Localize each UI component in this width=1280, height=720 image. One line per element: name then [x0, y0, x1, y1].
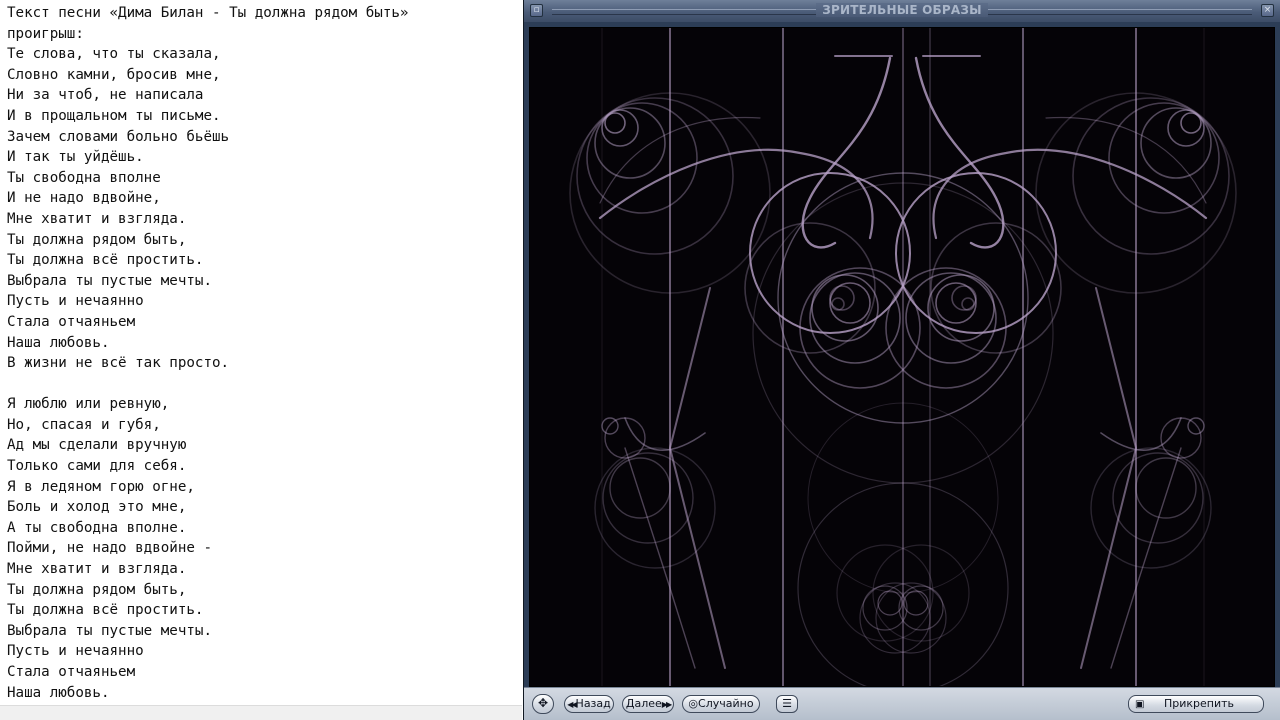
pattern-stroke	[831, 297, 845, 311]
lyrics-line: Зачем словами больно бьёшь	[7, 128, 230, 145]
pattern-stroke	[602, 452, 694, 544]
pattern-stroke	[1160, 417, 1202, 459]
close-icon[interactable]: ×	[1261, 4, 1274, 17]
lyrics-line: Пойми, не надо вдвойне -	[7, 540, 212, 557]
pattern-stroke	[914, 56, 1005, 249]
pattern-stroke	[875, 582, 947, 654]
lyrics-line: Словно камни, бросив мне,	[7, 66, 221, 83]
next-icon: ▶▶	[661, 700, 672, 709]
random-icon: ◎	[688, 697, 699, 710]
visualization-canvas	[529, 27, 1275, 687]
pattern-stroke	[1080, 287, 1138, 669]
lyrics-line: Пусть и нечаянно	[7, 293, 144, 310]
random-button[interactable]: ◎Случайно	[682, 695, 760, 713]
dock-button[interactable]: ▣ Прикрепить	[1128, 695, 1264, 713]
lyrics-line: Текст песни «Дима Билан - Ты должна рядо…	[7, 5, 409, 21]
pattern-stroke	[829, 285, 855, 311]
lyrics-line: Ад мы сделали вручную	[7, 437, 187, 454]
lyrics-line: Только сами для себя.	[7, 458, 187, 475]
lyrics-line: Я люблю или ревную,	[7, 396, 170, 413]
next-button[interactable]: Далее▶▶	[622, 695, 674, 713]
horizontal-scrollbar[interactable]	[0, 705, 522, 720]
pattern-stroke	[932, 148, 1208, 240]
lyrics-line: Боль и холод это мне,	[7, 499, 187, 516]
pattern-stroke	[951, 285, 977, 311]
visualization-pattern	[569, 28, 1237, 686]
random-label: Случайно	[698, 697, 754, 710]
pattern-stroke	[1135, 457, 1197, 519]
lyrics-line: Наша любовь.	[7, 684, 110, 701]
pattern-stroke	[836, 544, 934, 642]
visualization-controls: ✥ ◀◀Назад Далее▶▶ ◎Случайно ☰ ▣ Прикрепит…	[524, 687, 1280, 720]
lyrics-pane[interactable]: Текст песни «Дима Билан - Ты должна рядо…	[0, 0, 522, 720]
window-titlebar[interactable]: ЗРИТЕЛЬНЫЕ ОБРАЗЫ ▫ ×	[524, 0, 1280, 22]
lyrics-line: Ты должна рядом быть,	[7, 231, 187, 248]
lyrics-line: Мне хватит и взгляда.	[7, 561, 187, 578]
pattern-stroke	[961, 297, 975, 311]
options-menu-icon[interactable]: ☰	[776, 695, 798, 713]
dock-label: Прикрепить	[1163, 697, 1235, 710]
lyrics-line: Стала отчаяньем	[7, 313, 136, 330]
pattern-stroke	[604, 417, 646, 459]
previous-label: Назад	[575, 697, 611, 710]
pattern-stroke	[624, 447, 696, 669]
pattern-stroke	[668, 287, 726, 669]
pattern-stroke	[903, 590, 929, 616]
lyrics-line: Ты свободна вполне	[7, 169, 161, 186]
visualizations-window[interactable]: ЗРИТЕЛЬНЫЕ ОБРАЗЫ ▫ × ✥ ◀◀Назад Далее▶▶ …	[523, 0, 1280, 720]
pattern-stroke	[1110, 447, 1182, 669]
lyrics-line: Выбрала ты пустые мечты.	[7, 272, 212, 289]
lyrics-line: Выбрала ты пустые мечты.	[7, 622, 212, 639]
lyrics-line: Пусть и нечаянно	[7, 643, 144, 660]
lyrics-line: Ты должна рядом быть,	[7, 581, 187, 598]
pattern-stroke	[598, 148, 874, 240]
pattern-stroke	[594, 447, 716, 569]
lyrics-line: Ты должна всё простить.	[7, 252, 204, 269]
previous-button[interactable]: ◀◀Назад	[564, 695, 614, 713]
pattern-stroke	[599, 116, 761, 204]
dock-icon: ▣	[1135, 699, 1145, 710]
move-handle-icon[interactable]: ✥	[532, 694, 554, 714]
lyrics-text: Текст песни «Дима Билан - Ты должна рядо…	[0, 0, 522, 703]
pattern-stroke	[1090, 447, 1212, 569]
window-menu-icon[interactable]: ▫	[530, 4, 543, 17]
lyrics-line: Мне хватит и взгляда.	[7, 210, 187, 227]
previous-icon: ◀◀	[567, 700, 577, 709]
lyrics-line: Но, спасая и губя,	[7, 416, 161, 433]
pattern-stroke	[1112, 452, 1204, 544]
lyrics-line: И так ты уйдёшь.	[7, 149, 144, 166]
lyrics-line: проигрыш:	[7, 25, 84, 42]
lyrics-line: И в прощальном ты письме.	[7, 107, 221, 124]
pattern-stroke	[872, 544, 970, 642]
lyrics-line: Наша любовь.	[7, 334, 110, 351]
pattern-stroke	[1045, 116, 1207, 204]
lyrics-line: Ни за чтоб, не написала	[7, 87, 204, 104]
lyrics-line: Те слова, что ты сказала,	[7, 46, 221, 63]
lyrics-line: А ты свободна вполне.	[7, 519, 187, 536]
pattern-stroke	[859, 582, 931, 654]
lyrics-line: В жизни не всё так просто.	[7, 355, 230, 372]
lyrics-line: Я в ледяном горю огне,	[7, 478, 195, 495]
lyrics-line: Стала отчаяньем	[7, 664, 136, 680]
pattern-stroke	[609, 457, 671, 519]
lyrics-line: И не надо вдвойне,	[7, 190, 161, 207]
pattern-stroke	[801, 56, 892, 249]
window-title: ЗРИТЕЛЬНЫЕ ОБРАЗЫ	[816, 3, 988, 17]
next-label: Далее	[625, 697, 662, 710]
pattern-stroke	[877, 590, 903, 616]
lyrics-line: Ты должна всё простить.	[7, 602, 204, 619]
